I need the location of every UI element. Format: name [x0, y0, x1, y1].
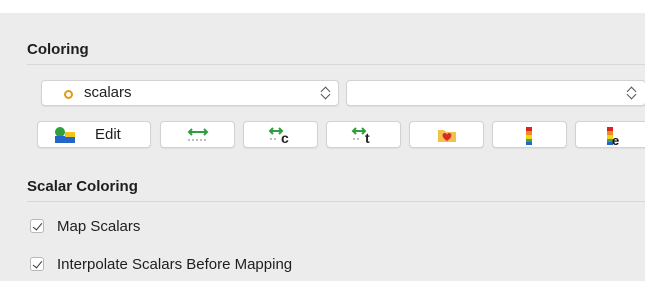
- rescale-custom-range-button[interactable]: c: [243, 121, 318, 148]
- interpolate-scalars-checkbox[interactable]: [30, 257, 44, 271]
- color-component-combo[interactable]: [346, 80, 645, 106]
- svg-text:t: t: [365, 130, 370, 144]
- interpolate-scalars-label: Interpolate Scalars Before Mapping: [57, 256, 293, 273]
- color-map-editor-icon: [55, 127, 75, 143]
- rescale-temporal-range-button[interactable]: t: [326, 121, 401, 148]
- rescale-custom-icon: c: [268, 127, 289, 144]
- map-scalars-checkbox[interactable]: [30, 219, 44, 233]
- favorite-folder-icon: [438, 130, 456, 142]
- edit-color-legend-button[interactable]: e: [575, 121, 645, 148]
- edit-button[interactable]: Edit: [37, 121, 151, 148]
- rescale-temporal-icon: t: [351, 127, 370, 144]
- section-divider: [27, 64, 645, 65]
- edit-button-label: Edit: [95, 126, 121, 143]
- svg-text:e: e: [612, 133, 619, 146]
- section-divider: [27, 201, 645, 202]
- rescale-range-icon: [187, 128, 209, 141]
- point-data-icon: [64, 90, 73, 99]
- panel-top-edge: [0, 0, 645, 13]
- svg-text:c: c: [281, 130, 289, 144]
- color-bar-icon: [526, 127, 532, 145]
- color-legend-button[interactable]: [492, 121, 567, 148]
- edit-color-bar-icon: e: [607, 127, 619, 146]
- coloring-section-title: Coloring: [27, 41, 89, 58]
- color-array-value: scalars: [84, 84, 132, 101]
- color-array-combo[interactable]: scalars: [41, 80, 339, 106]
- rescale-to-data-range-button[interactable]: [160, 121, 235, 148]
- favorites-button[interactable]: [409, 121, 484, 148]
- up-down-chevron-icon: [321, 84, 331, 102]
- up-down-chevron-icon: [627, 84, 637, 102]
- map-scalars-label: Map Scalars: [57, 218, 141, 235]
- scalar-coloring-section-title: Scalar Coloring: [27, 178, 138, 195]
